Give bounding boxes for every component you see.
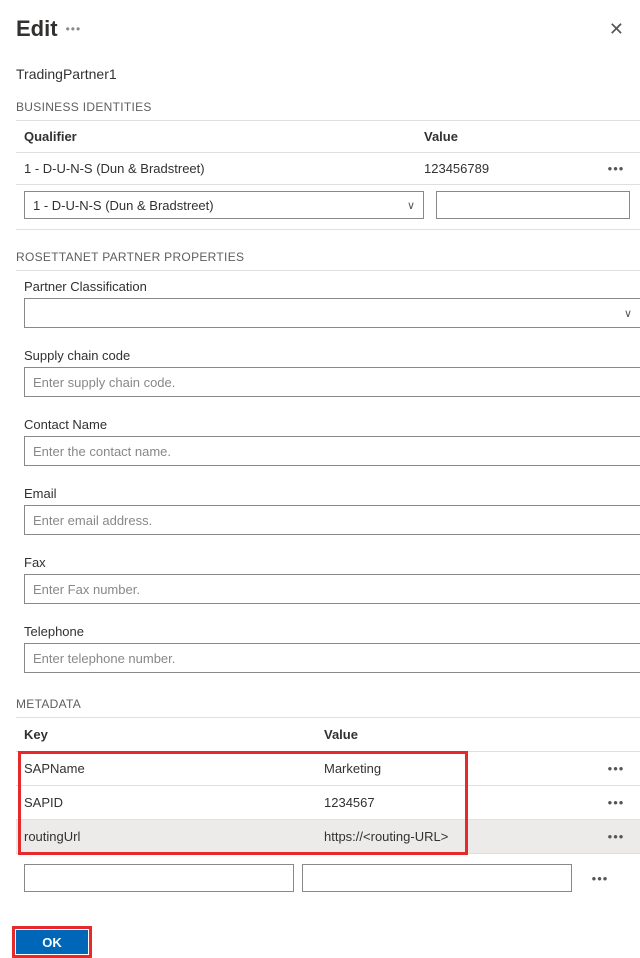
partner-name: TradingPartner1 (16, 66, 640, 82)
meta-value-cell: Marketing (324, 761, 596, 776)
chevron-down-icon: ∨ (407, 199, 415, 212)
panel-footer: OK (0, 918, 640, 954)
col-qualifier: Qualifier (24, 129, 424, 144)
email-label: Email (24, 486, 640, 501)
contact-name-label: Contact Name (24, 417, 640, 432)
rosettanet-label: ROSETTANET PARTNER PROPERTIES (16, 250, 640, 264)
metadata-table: Key Value SAPName Marketing ••• SAPID 12… (16, 717, 640, 854)
panel-header: Edit ••• ✕ (16, 16, 640, 42)
col-value: Value (324, 727, 596, 742)
metadata-label: METADATA (16, 697, 640, 711)
header-more-icon[interactable]: ••• (66, 22, 82, 36)
telephone-input[interactable] (24, 643, 640, 673)
row-more-icon[interactable]: ••• (596, 795, 636, 810)
business-identities-label: BUSINESS IDENTITIES (16, 100, 640, 114)
supply-chain-label: Supply chain code (24, 348, 640, 363)
identity-value-input[interactable] (436, 191, 630, 219)
table-header: Qualifier Value (16, 121, 640, 153)
meta-value-cell: 1234567 (324, 795, 596, 810)
meta-key-cell: SAPID (24, 795, 324, 810)
ok-button[interactable]: OK (16, 930, 88, 954)
col-value: Value (424, 129, 596, 144)
meta-key-cell: routingUrl (24, 829, 324, 844)
partner-classification-select[interactable]: ∨ (24, 298, 640, 328)
table-row: SAPID 1234567 ••• (16, 786, 640, 820)
row-more-icon[interactable]: ••• (596, 829, 636, 844)
table-row: SAPName Marketing ••• (16, 752, 640, 786)
close-icon[interactable]: ✕ (609, 19, 624, 40)
panel-title: Edit (16, 16, 58, 42)
fax-input[interactable] (24, 574, 640, 604)
qualifier-cell: 1 - D-U-N-S (Dun & Bradstreet) (24, 161, 424, 176)
meta-key-cell: SAPName (24, 761, 324, 776)
row-more-icon[interactable]: ••• (596, 161, 636, 176)
metadata-input-row: ••• (16, 854, 640, 902)
table-header: Key Value (16, 718, 640, 752)
partner-classification-label: Partner Classification (24, 279, 640, 294)
row-more-icon[interactable]: ••• (596, 761, 636, 776)
email-input[interactable] (24, 505, 640, 535)
qualifier-select-value: 1 - D-U-N-S (Dun & Bradstreet) (33, 198, 214, 213)
metadata-value-input[interactable] (302, 864, 572, 892)
metadata-key-input[interactable] (24, 864, 294, 892)
identity-input-row: 1 - D-U-N-S (Dun & Bradstreet) ∨ ••• (16, 185, 640, 230)
qualifier-select[interactable]: 1 - D-U-N-S (Dun & Bradstreet) ∨ (24, 191, 424, 219)
supply-chain-input[interactable] (24, 367, 640, 397)
col-key: Key (24, 727, 324, 742)
telephone-label: Telephone (24, 624, 640, 639)
table-row: routingUrl https://<routing-URL> ••• (16, 820, 640, 854)
business-identities-table: Qualifier Value 1 - D-U-N-S (Dun & Brads… (16, 120, 640, 230)
fax-label: Fax (24, 555, 640, 570)
chevron-down-icon: ∨ (624, 307, 632, 320)
contact-name-input[interactable] (24, 436, 640, 466)
value-cell: 123456789 (424, 161, 596, 176)
input-more-icon[interactable]: ••• (580, 871, 620, 886)
table-row: 1 - D-U-N-S (Dun & Bradstreet) 123456789… (16, 153, 640, 185)
meta-value-cell: https://<routing-URL> (324, 829, 596, 844)
